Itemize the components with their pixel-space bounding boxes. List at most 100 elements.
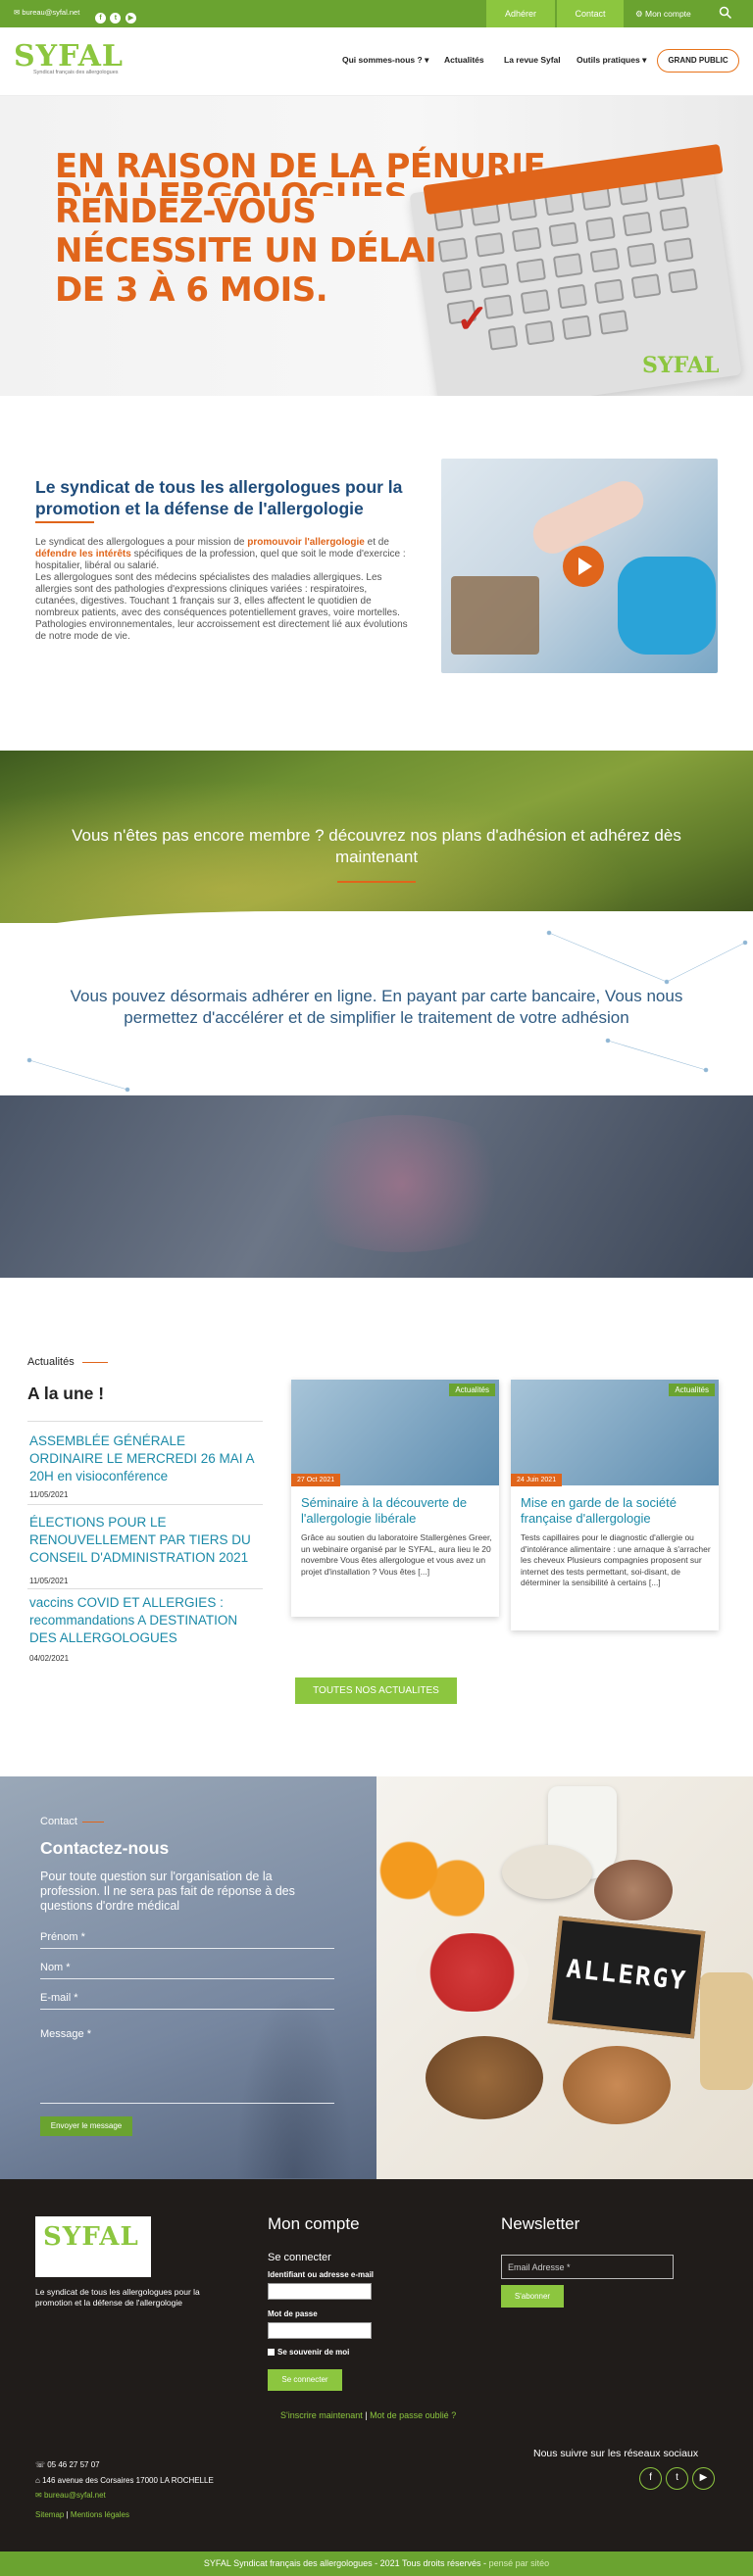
youtube-icon[interactable]: ▶ [125,13,136,24]
card-2-title[interactable]: Mise en garde de la société française d'… [521,1495,712,1527]
footer-account-title: Mon compte [268,2214,360,2233]
follow-title: Nous suivre sur les réseaux sociaux [533,2448,699,2459]
card-1-title[interactable]: Séminaire à la découverte de l'allergolo… [301,1495,492,1527]
footer-mail[interactable]: ✉ bureau@syfal.net [35,2491,106,2500]
all-news-button[interactable]: TOUTES NOS ACTUALITES [295,1677,457,1704]
card-2-text: Tests capillaires pour le diagnostic d'a… [521,1532,711,1587]
contact-button[interactable]: Contact [557,0,624,27]
chalkboard: ALLERGY [547,1916,706,2039]
topbar-email[interactable]: ✉ bureau@syfal.net [14,8,79,17]
facebook-icon[interactable]: f [639,2467,662,2490]
lost-password-link[interactable]: Mot de passe oublié ? [370,2410,456,2420]
checkmark-icon: ✓ [456,298,489,341]
bowl-oranges [502,1845,592,1899]
hero-line-3: RENDEZ-VOUS [55,192,317,231]
footer-phone[interactable]: ☏ 05 46 27 57 07 [35,2460,100,2469]
youtube-icon[interactable]: ▶ [692,2467,715,2490]
contact-text: Pour toute question sur l'organisation d… [40,1870,295,1913]
firstname-field[interactable] [40,1948,334,1949]
footer-address-text: 146 avenue des Corsaires 17000 LA ROCHEL… [42,2476,214,2485]
footer-phone-text[interactable]: 05 46 27 57 07 [47,2460,99,2469]
bread [700,1972,753,2090]
intro-paragraph-2: Les allergologues sont des médecins spéc… [35,572,408,642]
lastname-field[interactable] [40,1978,334,1979]
news-divider [27,1421,263,1422]
twitter-icon[interactable]: t [666,2467,688,2490]
card-1-tag[interactable]: Actualités [449,1384,495,1396]
card-1-date: 27 Oct 2021 [291,1474,341,1486]
remember-checkbox[interactable] [268,2349,275,2356]
register-links: S'inscrire maintenant | Mot de passe oub… [280,2410,457,2420]
login-title: Se connecter [268,2252,331,2263]
password-input[interactable] [268,2322,372,2339]
grand-public-button[interactable]: GRAND PUBLIC [657,49,739,73]
news-item-3-title[interactable]: vaccins COVID ET ALLERGIES : recommandat… [29,1594,255,1647]
copyright-bar: SYFAL Syndicat français des allergologue… [0,2552,753,2576]
nav-revue[interactable]: La revue Syfal [504,55,561,65]
bowl-hazelnuts [426,2036,543,2119]
news-item-2-title[interactable]: ÉLECTIONS POUR LE RENOUVELLEMENT PAR TIE… [29,1514,255,1567]
logo-text: SYFAL [14,39,124,73]
news-label-line [82,1362,108,1363]
intro-text-part: et de [364,537,389,548]
footer-logo[interactable]: SYFAL [35,2216,151,2277]
bowl-strawberries [416,1933,528,2012]
sitemap-link[interactable]: Sitemap [35,2510,64,2519]
play-icon[interactable] [578,558,592,575]
bowl-beans [594,1860,673,1920]
nav-tools-label[interactable]: Outils pratiques [577,55,640,65]
hero-logo: SYFAL [642,353,720,378]
footer-mail-text[interactable]: bureau@syfal.net [44,2491,106,2500]
topbar-email-text[interactable]: bureau@syfal.net [22,8,79,17]
online-text: Vous pouvez désormais adhérer en ligne. … [70,987,683,1027]
footer-tagline: Le syndicat de tous les allergologues po… [35,2287,200,2308]
news-divider [27,1504,263,1505]
news-item-3-date: 04/02/2021 [29,1654,70,1663]
contact-heading: Contactez-nous [40,1838,170,1858]
card-2-tag[interactable]: Actualités [669,1384,715,1396]
news-section-label: Actualités [27,1356,75,1368]
oranges [376,1835,484,1923]
adherer-button[interactable]: Adhérer [486,0,555,27]
newsletter-title: Newsletter [501,2214,580,2233]
nav-about[interactable]: Qui sommes-nous ? ▾ [342,55,428,66]
username-input[interactable] [268,2283,372,2300]
intro-text-part: Le syndicat des allergologues a pour mis… [35,537,248,548]
password-label: Mot de passe [268,2309,318,2318]
contact-section-label: Contact [40,1816,77,1827]
account-link-text[interactable]: Mon compte [645,9,691,19]
credit-link[interactable]: pensé par sitéo [489,2558,550,2568]
subscribe-button[interactable]: S'abonner [501,2285,564,2308]
message-field[interactable] [40,2103,334,2104]
newsletter-email-input[interactable]: Email Adresse * [501,2255,674,2279]
email-field[interactable] [40,2009,334,2010]
vials-shape [451,576,539,655]
intro-text: Le syndicat des allergologues a pour mis… [35,537,408,643]
news-item-2-date: 11/05/2021 [29,1577,69,1585]
account-link[interactable]: ⚙ Mon compte [635,0,691,27]
nav-about-label[interactable]: Qui sommes-nous ? [342,55,423,65]
footer-legal-links: Sitemap | Mentions légales [35,2510,129,2519]
news-card-2[interactable]: Actualités 24 Juin 2021 Mise en garde de… [511,1380,719,1630]
intro-highlight-promote: promouvoir l'allergologie [247,537,365,548]
twitter-icon[interactable]: t [110,13,122,24]
footer-logo-text: SYFAL [43,2222,139,2252]
firstname-label: Prénom * [40,1931,85,1943]
send-message-button[interactable]: Envoyer le message [40,2116,132,2136]
lastname-label: Nom * [40,1962,71,1973]
news-item-1-date: 11/05/2021 [29,1490,69,1499]
chalkboard-text: ALLERGY [565,1954,689,1997]
nav-tools[interactable]: Outils pratiques ▾ [577,55,646,66]
family-silhouette [235,1992,353,2178]
search-icon[interactable] [719,6,732,20]
nav-news[interactable]: Actualités [444,55,484,65]
news-item-1-title[interactable]: ASSEMBLÉE GÉNÉRALE ORDINAIRE LE MERCREDI… [29,1433,255,1485]
virus-band [0,1095,753,1278]
facebook-icon[interactable]: f [95,13,106,24]
site-logo[interactable]: SYFAL Syndicat français des allergologue… [14,39,124,75]
register-link[interactable]: S'inscrire maintenant [280,2410,363,2420]
card-1-text: Grâce au soutien du laboratoire Stallerg… [301,1532,492,1577]
legal-link[interactable]: Mentions légales [71,2510,129,2519]
login-button[interactable]: Se connecter [268,2369,342,2391]
news-card-1[interactable]: Actualités 27 Oct 2021 Séminaire à la dé… [291,1380,499,1617]
